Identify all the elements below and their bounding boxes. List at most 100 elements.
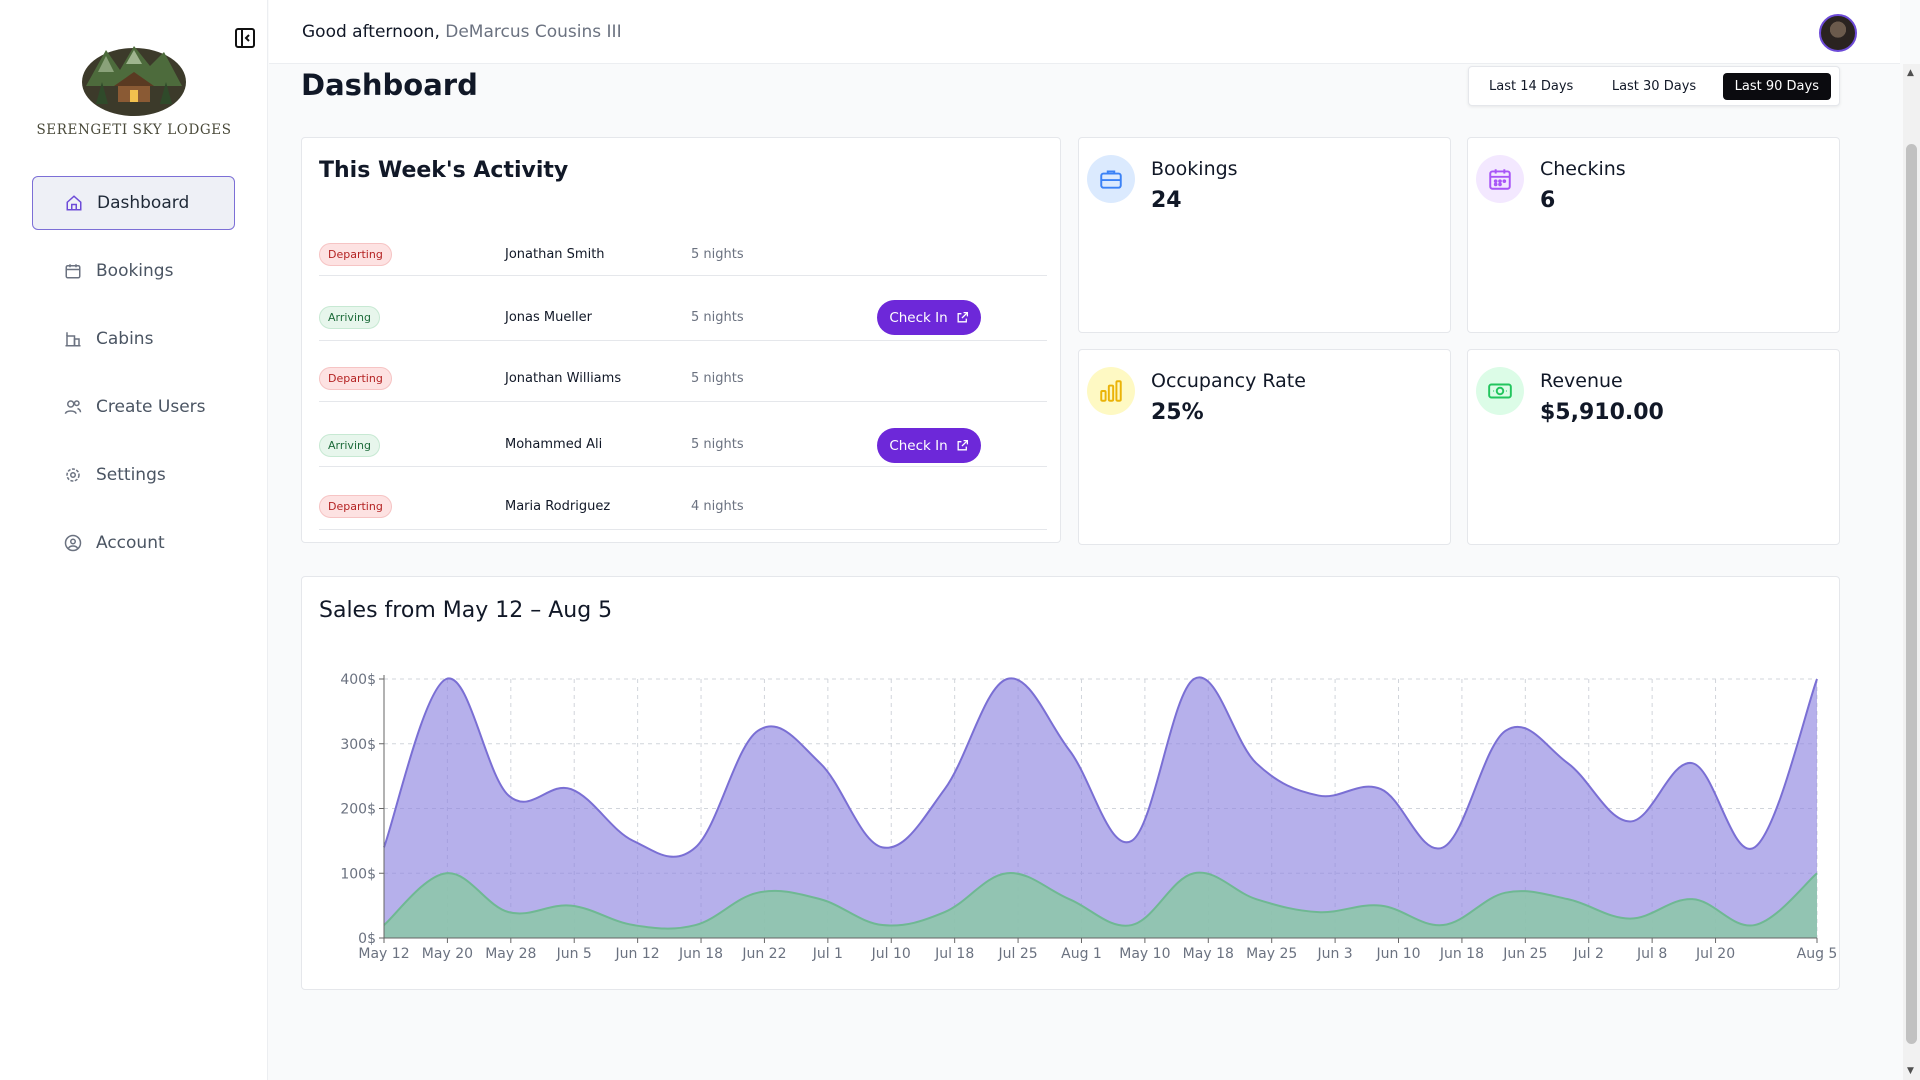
nights-count: 5 nights	[691, 247, 744, 262]
sales-area-chart: 0$ 100$ 200$ 300$ 400$ May 12 May 20 May 28 Jun …	[340, 672, 1838, 962]
x-tick-label: May 28	[485, 946, 536, 962]
date-range-tabs: Last 14 Days Last 30 Days Last 90 Days	[1468, 66, 1840, 106]
check-in-button[interactable]: Check In	[877, 300, 981, 335]
y-tick-label: 0$	[358, 931, 376, 947]
activity-row: Arriving Mohammed Ali 5 nights Check In	[319, 420, 1047, 467]
stat-value: 24	[1151, 188, 1182, 213]
x-tick-label: May 12	[358, 946, 409, 962]
scrollbar-thumb[interactable]	[1906, 144, 1917, 1044]
x-tick-label: Aug 5	[1797, 946, 1838, 962]
x-tick-label: Jul 1	[812, 946, 843, 962]
sidebar: SERENGETI SKY LODGES Dashboard Bookings …	[0, 0, 268, 1080]
guest-name: Jonas Mueller	[505, 310, 592, 325]
top-header: Good afternoon, DeMarcus Cousins III	[269, 0, 1900, 64]
scroll-up-icon[interactable]: ▲	[1907, 68, 1914, 78]
nights-count: 5 nights	[691, 310, 744, 325]
stat-value: 25%	[1151, 400, 1204, 425]
x-tick-label: Jul 25	[997, 946, 1037, 962]
greeting-text: Good afternoon,	[302, 22, 440, 42]
range-tab-90[interactable]: Last 90 Days	[1722, 72, 1831, 100]
nights-count: 4 nights	[691, 499, 744, 514]
checkins-stat-card: Checkins 6	[1467, 137, 1840, 333]
x-tick-label: Jun 5	[556, 946, 592, 962]
x-tick-label: Jun 10	[1375, 946, 1420, 962]
home-icon	[65, 194, 83, 212]
x-tick-label: Jun 22	[741, 946, 786, 962]
stat-value: $5,910.00	[1540, 400, 1664, 425]
page-scrollbar[interactable]: ▲ ▼	[1903, 64, 1920, 1080]
range-tab-14[interactable]: Last 14 Days	[1477, 73, 1585, 100]
x-tick-label: May 18	[1183, 946, 1234, 962]
series-area	[384, 677, 1817, 938]
calendar-icon	[1476, 155, 1524, 203]
briefcase-icon	[1087, 155, 1135, 203]
check-in-button[interactable]: Check In	[877, 428, 981, 463]
check-in-label: Check In	[889, 309, 948, 326]
status-badge: Departing	[319, 367, 392, 390]
x-tick-label: May 20	[422, 946, 473, 962]
stat-label: Revenue	[1540, 370, 1623, 392]
sidebar-item-cabins[interactable]: Cabins	[32, 312, 235, 366]
y-tick-label: 400$	[340, 672, 376, 688]
activity-card: This Week's Activity Departing Jonathan …	[301, 137, 1061, 543]
sidebar-item-label: Account	[96, 533, 165, 553]
sidebar-item-label: Dashboard	[97, 193, 190, 213]
greeting: Good afternoon, DeMarcus Cousins III	[302, 22, 622, 42]
lodge-logo-icon	[82, 46, 186, 116]
status-badge: Arriving	[319, 434, 380, 457]
page-title: Dashboard	[301, 68, 478, 102]
activity-row: Arriving Jonas Mueller 5 nights Check In	[319, 294, 1047, 341]
guest-name: Mohammed Ali	[505, 437, 603, 452]
sidebar-item-account[interactable]: Account	[32, 516, 235, 570]
bookings-stat-card: Bookings 24	[1078, 137, 1451, 333]
occupancy-stat-card: Occupancy Rate 25%	[1078, 349, 1451, 545]
user-name: DeMarcus Cousins III	[445, 22, 622, 42]
x-tick-label: Jun 18	[678, 946, 723, 962]
revenue-stat-card: Revenue $5,910.00	[1467, 349, 1840, 545]
bar-chart-icon	[1087, 367, 1135, 415]
brand-name: SERENGETI SKY LODGES	[36, 122, 232, 138]
guest-name: Maria Rodriguez	[505, 499, 611, 514]
x-tick-label: May 10	[1119, 946, 1170, 962]
x-tick-label: Jun 18	[1439, 946, 1484, 962]
x-tick-label: Jun 25	[1502, 946, 1547, 962]
sidebar-item-label: Create Users	[96, 397, 206, 417]
x-tick-label: Aug 1	[1061, 946, 1102, 962]
users-icon	[64, 398, 82, 416]
sidebar-item-bookings[interactable]: Bookings	[32, 244, 235, 298]
x-tick-label: Jul 2	[1573, 946, 1604, 962]
check-in-label: Check In	[889, 437, 948, 454]
activity-row: Departing Jonathan Smith 5 nights	[319, 243, 1047, 276]
building-icon	[64, 330, 82, 348]
sales-chart-card: Sales from May 12 – Aug 5 0$ 100$ 200$ 300$…	[301, 576, 1840, 990]
stat-label: Checkins	[1540, 158, 1626, 180]
stat-label: Bookings	[1151, 158, 1238, 180]
x-tick-label: Jul 10	[871, 946, 911, 962]
x-tick-label: Jun 12	[615, 946, 660, 962]
range-tab-30[interactable]: Last 30 Days	[1600, 73, 1708, 100]
status-badge: Departing	[319, 495, 392, 518]
nights-count: 5 nights	[691, 437, 744, 452]
activity-row: Departing Jonathan Williams 5 nights	[319, 359, 1047, 402]
activity-row: Departing Maria Rodriguez 4 nights	[319, 485, 1047, 530]
gear-icon	[64, 466, 82, 484]
status-badge: Departing	[319, 243, 392, 266]
x-tick-label: Jun 3	[1316, 946, 1352, 962]
avatar[interactable]	[1819, 14, 1857, 52]
scroll-down-icon[interactable]: ▼	[1907, 1066, 1914, 1076]
guest-name: Jonathan Williams	[505, 371, 622, 386]
sidebar-item-label: Settings	[96, 465, 166, 485]
sidebar-item-label: Cabins	[96, 329, 154, 349]
y-tick-label: 100$	[340, 866, 376, 882]
external-link-icon	[957, 439, 968, 451]
sidebar-item-settings[interactable]: Settings	[32, 448, 235, 502]
sidebar-item-dashboard[interactable]: Dashboard	[32, 176, 235, 230]
sidebar-item-create-users[interactable]: Create Users	[32, 380, 235, 434]
x-tick-label: Jul 8	[1636, 946, 1667, 962]
y-tick-label: 200$	[340, 802, 376, 818]
external-link-icon	[957, 311, 968, 323]
brand-logo: SERENGETI SKY LODGES	[0, 42, 268, 138]
stat-value: 6	[1540, 188, 1556, 213]
stat-label: Occupancy Rate	[1151, 370, 1306, 392]
user-circle-icon	[64, 534, 82, 552]
